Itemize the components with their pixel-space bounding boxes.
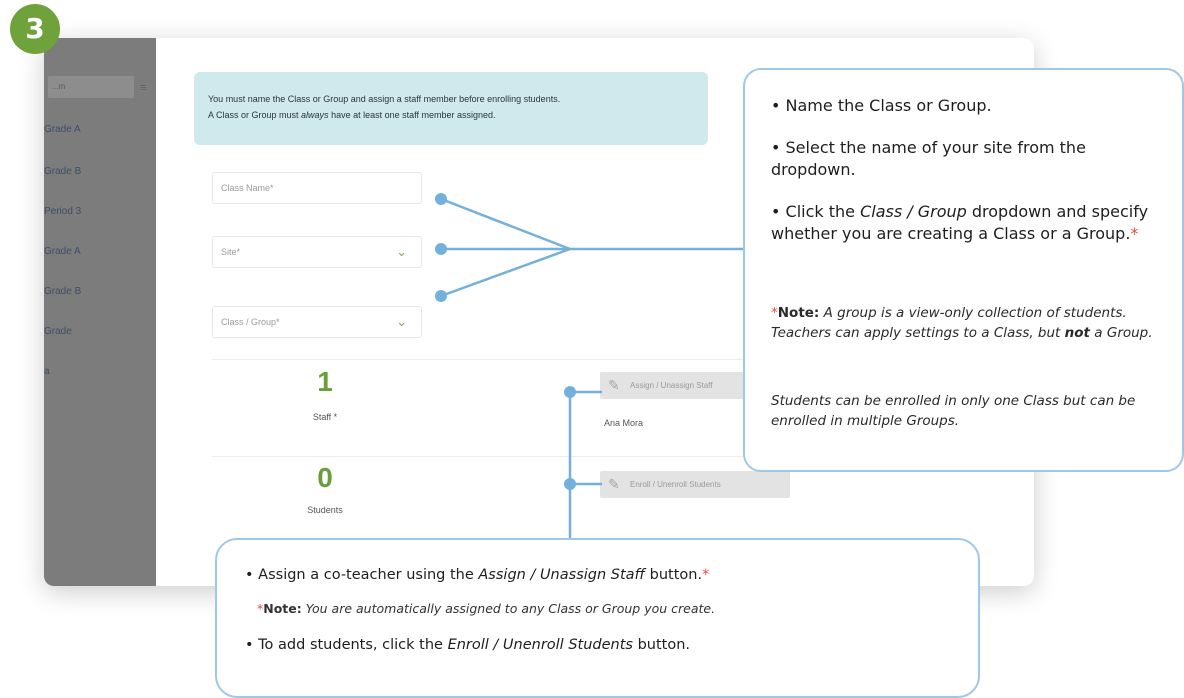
enroll-students-label: Enroll / Unenroll Students bbox=[630, 480, 721, 489]
sidebar-item-class[interactable]: Period 3 bbox=[44, 206, 81, 217]
students-count: 0 bbox=[317, 462, 333, 493]
class-name-input[interactable]: Class Name* bbox=[212, 172, 422, 204]
sidebar-item-class[interactable]: Grade bbox=[44, 326, 72, 337]
asterisk: * bbox=[1130, 224, 1139, 243]
step-number-badge: 3 bbox=[10, 4, 60, 54]
class-name-placeholder: Class Name* bbox=[221, 183, 274, 193]
callout-note-2: Students can be enrolled in only one Cla… bbox=[771, 393, 1136, 429]
class-group-placeholder: Class / Group* bbox=[221, 317, 280, 327]
chevron-down-icon: ⌄ bbox=[396, 244, 407, 259]
enroll-students-button[interactable]: ✎ Enroll / Unenroll Students bbox=[600, 471, 790, 498]
instructions-callout-right: • Name the Class or Group. • Select the … bbox=[743, 68, 1184, 472]
site-placeholder: Site* bbox=[221, 247, 241, 257]
callout-bullet-site: • Select the name of your site from the … bbox=[771, 138, 1086, 179]
sidebar-menu-icon[interactable]: ≡ bbox=[140, 82, 146, 94]
chevron-down-icon: ⌄ bbox=[396, 314, 407, 329]
instructions-callout-bottom: • Assign a co-teacher using the Assign /… bbox=[215, 538, 980, 698]
staff-count: 1 bbox=[317, 366, 333, 397]
alert-line-1: You must name the Class or Group and ass… bbox=[208, 94, 561, 104]
sidebar-item-class[interactable]: Grade A bbox=[44, 246, 81, 257]
edit-icon: ✎ bbox=[608, 476, 620, 492]
class-group-select[interactable]: Class / Group* ⌄ bbox=[212, 306, 422, 338]
students-label: Students bbox=[307, 505, 343, 515]
sidebar-item-class[interactable]: Grade A bbox=[44, 124, 81, 135]
assign-staff-button[interactable]: ✎ Assign / Unassign Staff bbox=[600, 372, 750, 399]
callout-bullet-assign-staff: • Assign a co-teacher using the Assign /… bbox=[245, 567, 710, 583]
divider bbox=[212, 359, 772, 360]
callout-bottom-note: *Note: You are automatically assigned to… bbox=[257, 601, 716, 616]
assign-staff-label: Assign / Unassign Staff bbox=[630, 381, 713, 390]
info-alert: You must name the Class or Group and ass… bbox=[194, 72, 708, 145]
callout-bullet-class-group: • Click the Class / Group dropdown and s… bbox=[771, 202, 1149, 243]
staff-member-name: Ana Mora bbox=[604, 418, 644, 428]
site-select[interactable]: Site* ⌄ bbox=[212, 236, 422, 268]
sidebar: ...m ≡ Grade A Grade B Period 3 Grade A … bbox=[44, 38, 156, 586]
callout-bullet-enroll: • To add students, click the Enroll / Un… bbox=[245, 637, 691, 653]
staff-label: Staff * bbox=[312, 412, 338, 422]
edit-icon: ✎ bbox=[608, 377, 620, 393]
sidebar-item-class[interactable]: a bbox=[44, 366, 50, 377]
sidebar-item-class[interactable]: Grade B bbox=[44, 166, 81, 177]
callout-note: *Note: A group is a view-only collection… bbox=[771, 305, 1153, 341]
sidebar-search-input[interactable]: ...m bbox=[48, 76, 134, 98]
alert-line-2: A Class or Group must always have at lea… bbox=[208, 110, 496, 120]
sidebar-item-class[interactable]: Grade B bbox=[44, 286, 81, 297]
divider bbox=[212, 456, 772, 457]
callout-bullet-name: • Name the Class or Group. bbox=[771, 96, 992, 115]
